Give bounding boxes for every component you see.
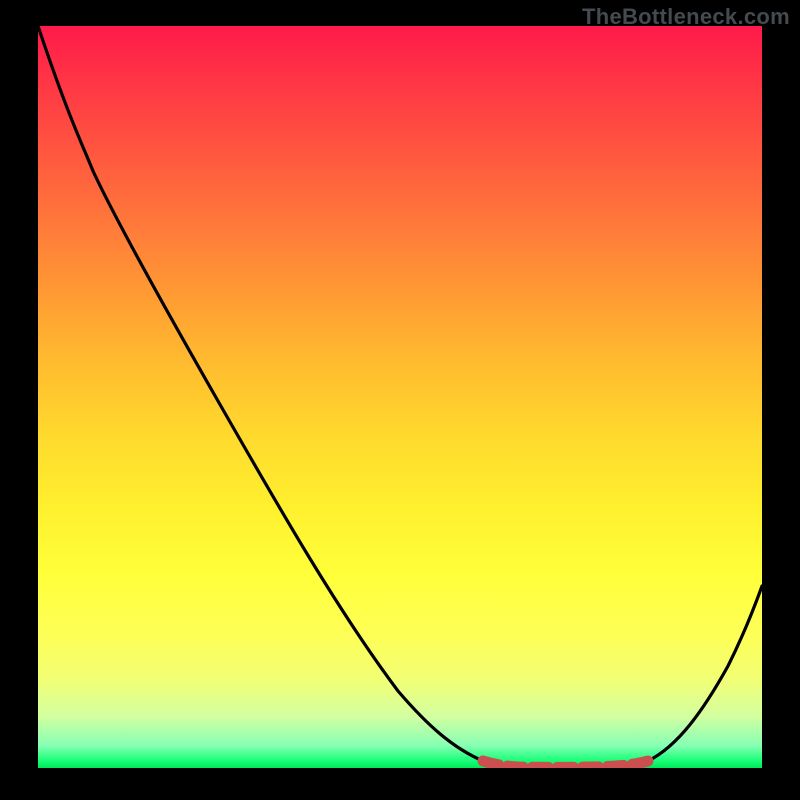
plot-area [38, 26, 762, 768]
bottleneck-curve [38, 26, 762, 768]
watermark-text: TheBottleneck.com [582, 4, 790, 30]
curve-path [38, 26, 762, 767]
optimal-range-marker [483, 761, 648, 767]
chart-frame: TheBottleneck.com [0, 0, 800, 800]
